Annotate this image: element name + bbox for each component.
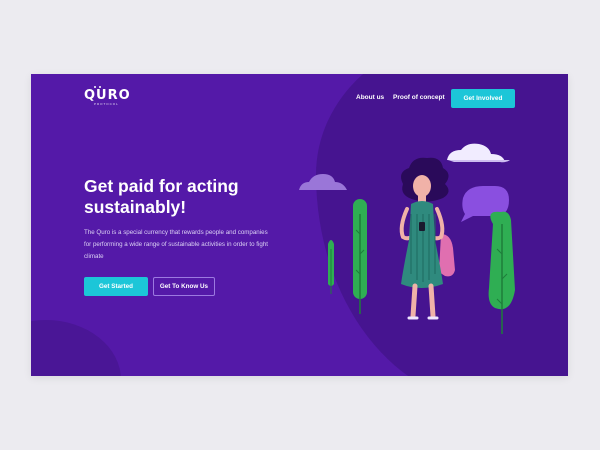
cloud-icon <box>447 143 510 163</box>
cloud-icon <box>299 174 347 190</box>
hero-section: QURO PROTOCOL About us Proof of concept … <box>31 74 568 376</box>
tree-icon <box>488 211 515 334</box>
woman-with-phone-illustration <box>399 157 455 320</box>
tree-icon <box>353 199 367 314</box>
tree-icon <box>328 240 334 294</box>
hero-illustration <box>299 143 515 334</box>
